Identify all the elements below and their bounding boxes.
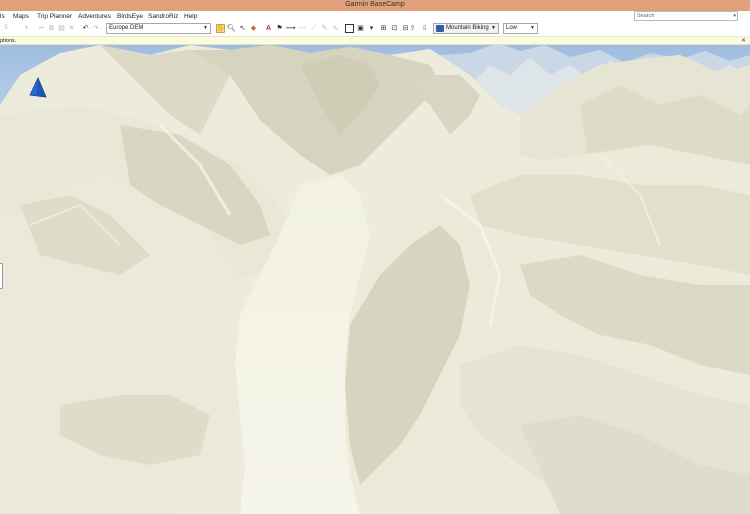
3d-map-view[interactable] [0,45,750,514]
terrain-render [0,45,750,514]
menu-trip-planner[interactable]: Trip Planner [37,13,72,20]
map-product-value: Europe DEM [109,25,144,31]
erase-icon[interactable]: ◆ [249,24,258,33]
menu-tools[interactable]: ls [0,13,5,20]
link-icon[interactable]: ∿ [331,24,340,33]
redo-icon[interactable]: ↷ [91,24,100,33]
search-placeholder: Search [637,13,655,19]
chevron-down-icon: ▼ [491,25,496,31]
menu-maps[interactable]: Maps [13,13,29,20]
detail-level-value: Low [506,25,518,31]
photo-icon[interactable]: ⊡ [390,24,399,33]
toolbar: 5 ▾ ✂ ⧉ ▤ ✕ ↶ ↷ Europe DEM ▼ ✋ 🔍︎ ↖ ◆ A … [0,22,750,36]
chevron-down-icon: ▼ [530,25,535,31]
receive-from-device-icon[interactable]: ⇩ [420,24,429,33]
tile-icon[interactable]: ⊞ [379,24,388,33]
history-dropdown-icon[interactable]: ▾ [22,24,31,33]
copy-icon[interactable]: ⧉ [47,24,56,33]
select-icon[interactable]: ↖ [238,24,247,33]
activity-profile-select[interactable]: Mountain Biking ▼ [433,23,499,34]
info-message: ptions. [0,38,17,44]
track-icon[interactable]: 〰 [298,24,307,33]
close-icon[interactable]: ✕ [741,37,746,45]
draw-icon[interactable]: ✎ [320,24,329,33]
text-icon[interactable]: A [264,24,273,33]
route-icon[interactable]: ⟿ [285,24,295,33]
activity-profile-value: Mountain Biking [446,25,489,31]
search-dropdown-icon[interactable]: ▾ [733,12,736,20]
title-bar: Garmin BaseCamp [0,0,750,11]
map-product-select[interactable]: Europe DEM ▼ [106,23,211,34]
delete-icon[interactable]: ✕ [67,24,76,33]
measure-icon[interactable]: ⟋ [309,24,318,33]
3d-view-icon[interactable]: ▣ [356,24,365,33]
undo-icon[interactable]: ↶ [81,24,90,33]
side-panel-handle[interactable] [0,263,3,289]
search-input[interactable]: Search ▾ [634,11,738,21]
send-to-device-icon[interactable]: ⇪ [408,24,417,33]
chevron-down-icon: ▼ [203,25,208,31]
cut-icon[interactable]: ✂ [37,24,46,33]
menu-sandroriz[interactable]: SandroRiz [148,13,178,20]
detail-level-select[interactable]: Low ▼ [503,23,538,34]
waypoint-icon[interactable]: ⚑ [275,24,284,33]
menu-adventures[interactable]: Adventures [78,13,111,20]
info-bar: ptions. ✕ [0,36,750,45]
bike-icon [436,25,444,32]
history-count: 5 [4,25,8,31]
pan-icon[interactable]: ✋ [216,24,225,33]
tilt-icon[interactable]: ▾ [367,24,376,33]
zoom-icon[interactable]: 🔍︎ [227,24,236,33]
menu-help[interactable]: Help [184,13,197,20]
paste-icon[interactable]: ▤ [57,24,66,33]
window-title: Garmin BaseCamp [345,1,405,8]
map-view-icon[interactable] [345,24,354,33]
menu-birdseye[interactable]: BirdsEye [117,13,143,20]
